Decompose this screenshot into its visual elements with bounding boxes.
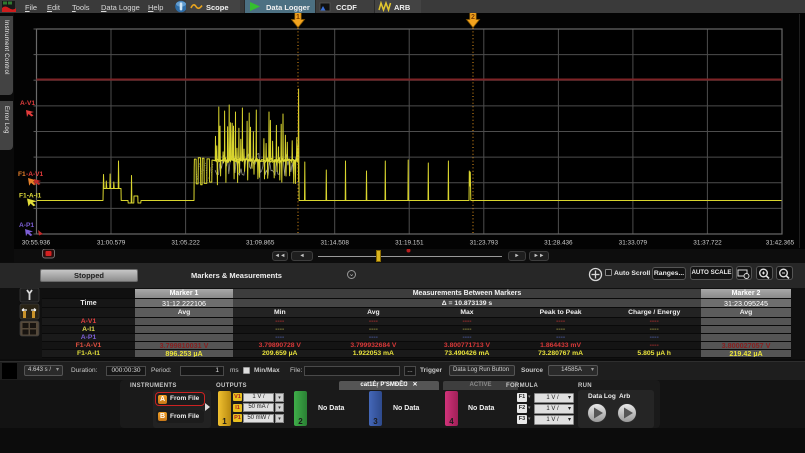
svg-text:-A-V1: -A-V1 <box>26 171 44 178</box>
svg-text:31:42.365: 31:42.365 <box>766 240 795 247</box>
svg-text:F1-A-I1: F1-A-I1 <box>19 193 42 200</box>
svg-text:F1: F1 <box>18 171 26 178</box>
svg-text:31:19.151: 31:19.151 <box>395 240 424 247</box>
svg-text:31:37.722: 31:37.722 <box>693 240 722 247</box>
svg-text:31:14.508: 31:14.508 <box>320 240 349 247</box>
svg-text:A-V1: A-V1 <box>20 100 35 107</box>
svg-text:31:28.436: 31:28.436 <box>544 240 573 247</box>
svg-text:31:00.579: 31:00.579 <box>97 240 126 247</box>
svg-text:31:33.079: 31:33.079 <box>619 240 648 247</box>
svg-text:1: 1 <box>296 14 300 21</box>
svg-text:31:05.222: 31:05.222 <box>171 240 200 247</box>
svg-text:A-P1: A-P1 <box>19 222 34 229</box>
svg-text:30:55.936: 30:55.936 <box>22 240 51 247</box>
svg-text:31:23.793: 31:23.793 <box>470 240 499 247</box>
svg-text:31:09.865: 31:09.865 <box>246 240 275 247</box>
svg-text:2: 2 <box>471 14 475 21</box>
